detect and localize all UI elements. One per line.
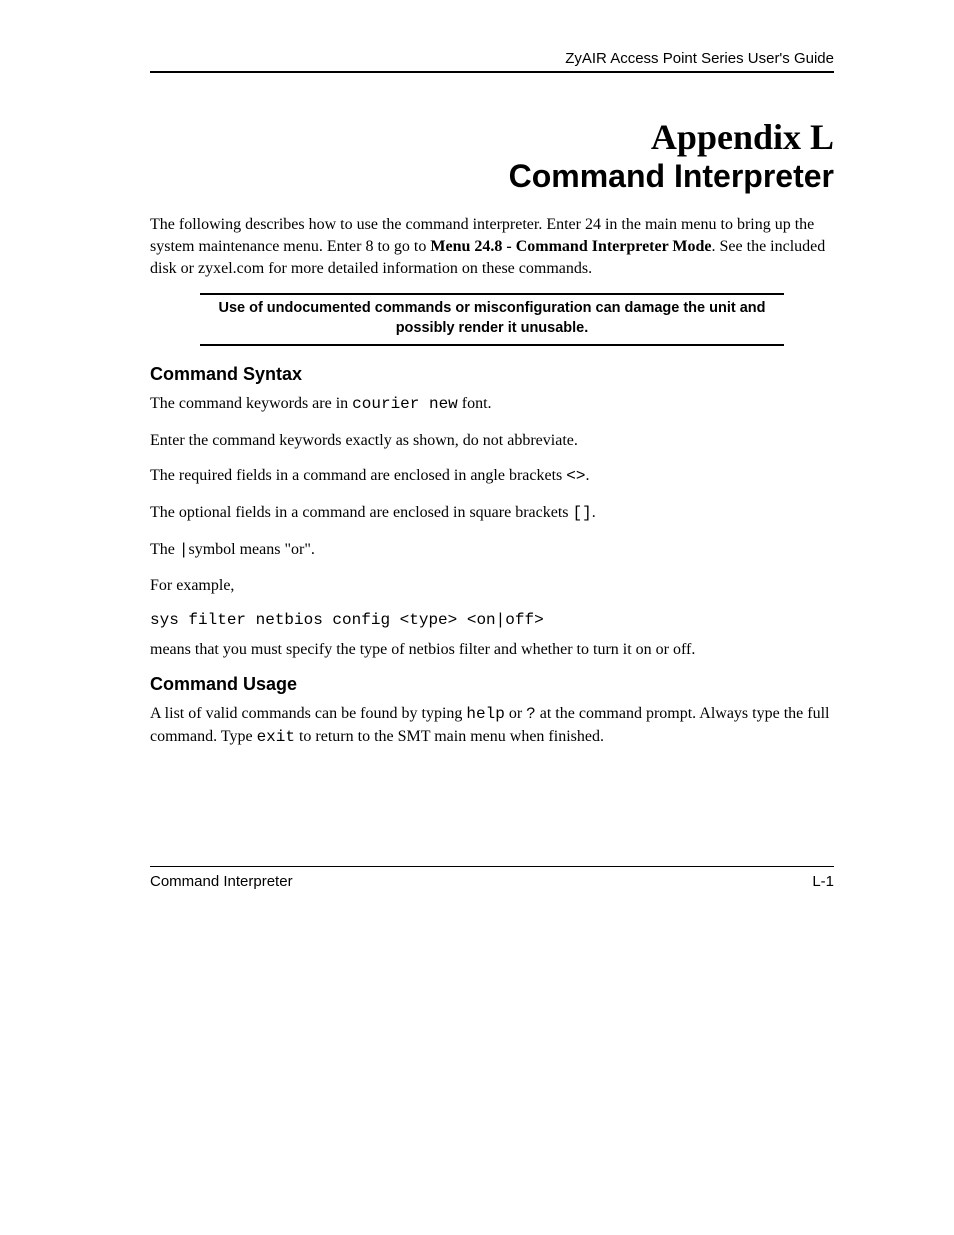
intro-bold: Menu 24.8 - Command Interpreter Mode xyxy=(430,238,711,255)
appendix-label: Appendix L xyxy=(150,118,834,158)
syntax-p7: means that you must specify the type of … xyxy=(150,639,834,661)
header-rule xyxy=(150,71,834,73)
code-inline: help xyxy=(466,705,504,723)
section-heading-syntax: Command Syntax xyxy=(150,364,834,385)
warning-box: Use of undocumented commands or misconfi… xyxy=(200,293,784,346)
code-inline: courier new xyxy=(352,395,458,413)
syntax-p1: The command keywords are in courier new … xyxy=(150,393,834,416)
warning-bottom-rule xyxy=(200,344,784,346)
code-inline: exit xyxy=(257,728,295,746)
footer-left: Command Interpreter xyxy=(150,873,293,890)
page-title-block: Appendix L Command Interpreter xyxy=(150,118,834,194)
document-page: ZyAIR Access Point Series User's Guide A… xyxy=(0,0,954,1235)
syntax-p3: The required fields in a command are enc… xyxy=(150,465,834,488)
code-inline: ? xyxy=(526,705,536,723)
section-heading-usage: Command Usage xyxy=(150,674,834,695)
warning-text: Use of undocumented commands or misconfi… xyxy=(200,295,784,344)
syntax-p6: For example, xyxy=(150,575,834,597)
appendix-name: Command Interpreter xyxy=(150,158,834,195)
code-inline: [] xyxy=(573,504,592,522)
syntax-p5: The |symbol means "or". xyxy=(150,539,834,562)
code-inline: <> xyxy=(566,467,585,485)
syntax-p4: The optional fields in a command are enc… xyxy=(150,502,834,525)
usage-p1: A list of valid commands can be found by… xyxy=(150,703,834,748)
footer-right: L-1 xyxy=(812,873,834,890)
intro-paragraph: The following describes how to use the c… xyxy=(150,214,834,279)
code-example: sys filter netbios config <type> <on|off… xyxy=(150,611,834,629)
syntax-p2: Enter the command keywords exactly as sh… xyxy=(150,430,834,452)
running-header: ZyAIR Access Point Series User's Guide xyxy=(150,50,834,71)
page-footer: Command Interpreter L-1 xyxy=(150,866,834,890)
